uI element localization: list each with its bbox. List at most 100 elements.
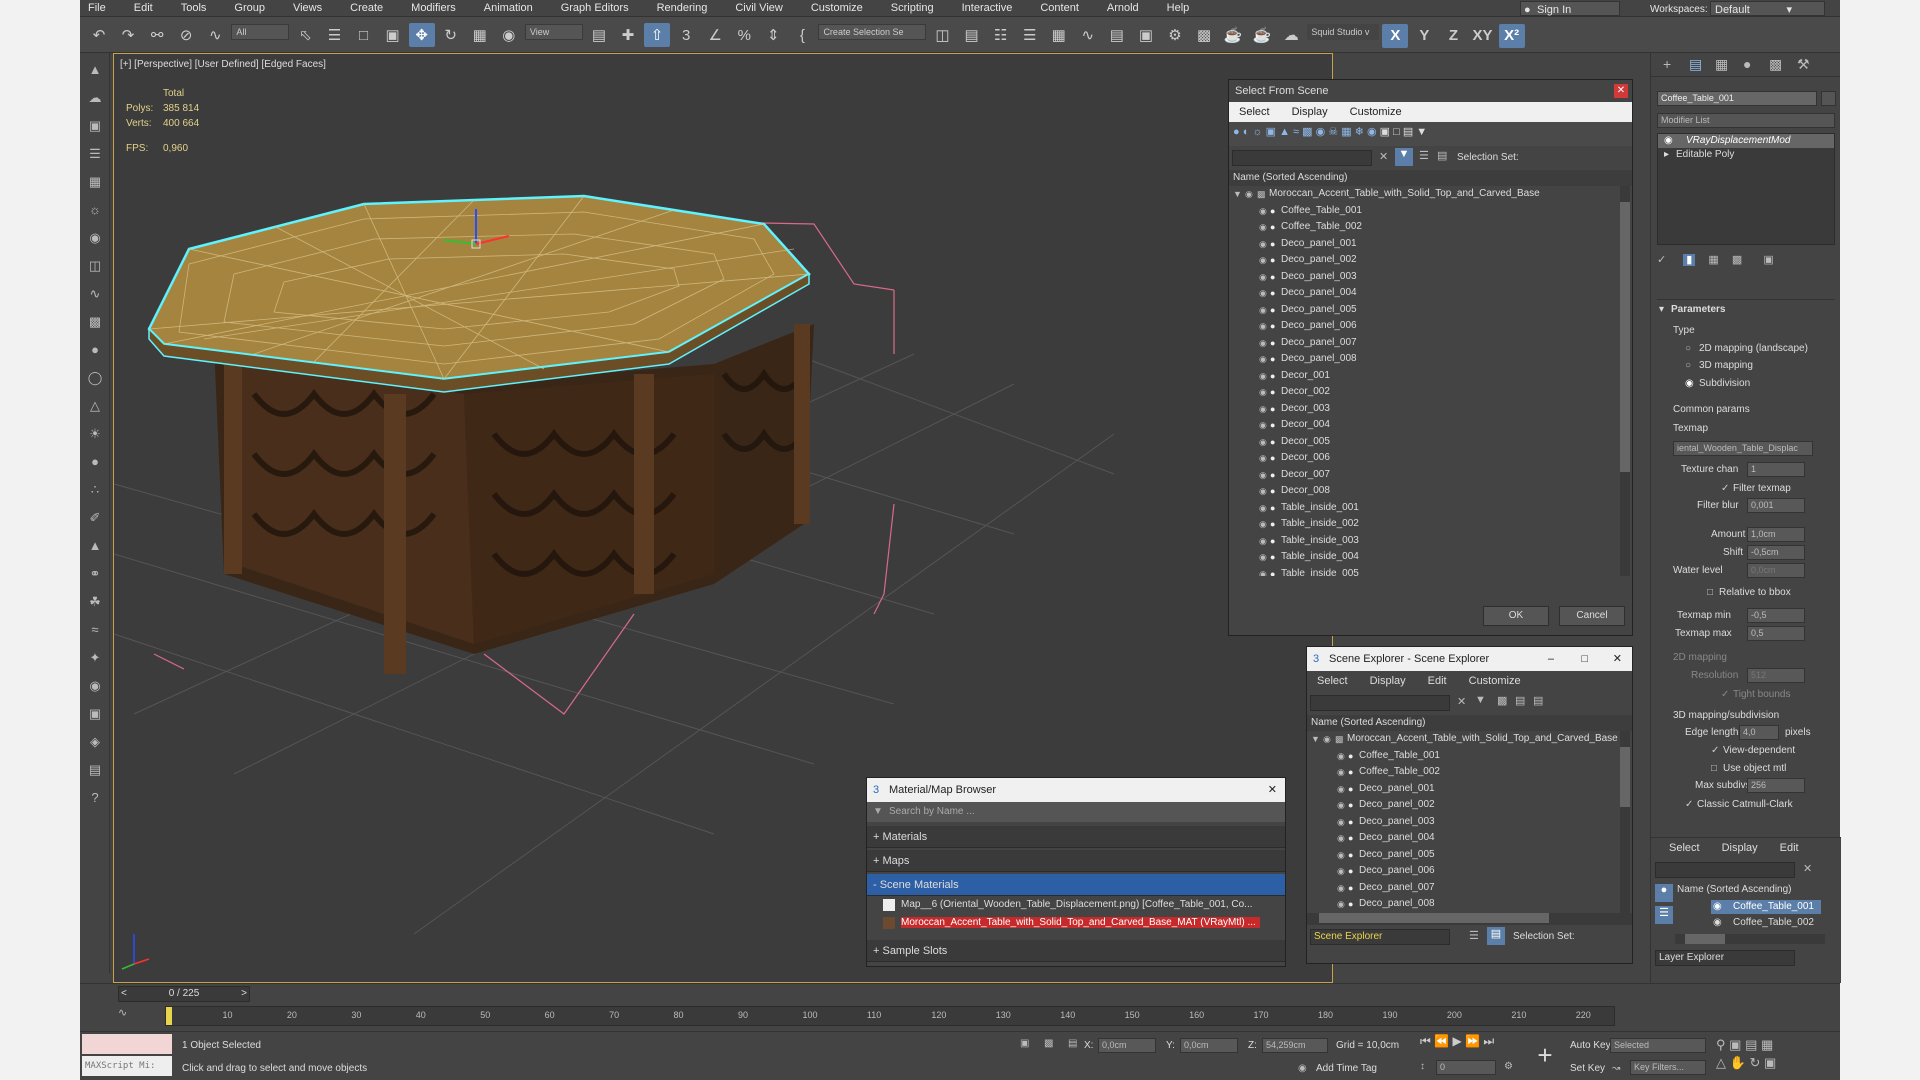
eye-icon[interactable]: ◉ <box>1259 252 1267 269</box>
layer-search-input[interactable] <box>1655 862 1795 878</box>
helper-icon[interactable]: ◫ <box>84 255 106 277</box>
pin-stack-icon[interactable]: ✓ <box>1657 254 1666 266</box>
menu-item[interactable]: Edit <box>134 0 153 14</box>
scene-explorer-column-header[interactable]: Name (Sorted Ascending) <box>1307 715 1632 731</box>
eye-icon[interactable]: ◉ <box>1259 335 1267 352</box>
globe-icon[interactable]: ⚭ <box>84 563 106 585</box>
material-search-input[interactable]: ▼ Search by Name ... <box>867 802 1285 822</box>
move-icon[interactable]: ✥ <box>408 23 435 47</box>
tree-root-row[interactable]: ▼ ◉ ▩ Moroccan_Accent_Table_with_Solid_T… <box>1307 731 1632 748</box>
axis-x-button[interactable]: X <box>1382 23 1409 48</box>
cone-icon[interactable]: △ <box>84 395 106 417</box>
horizontal-scrollbar[interactable] <box>1307 913 1632 925</box>
expand-arrow-icon[interactable]: ▸ <box>1664 148 1669 162</box>
go-to-start-icon[interactable]: ⏮ <box>1420 1034 1431 1048</box>
spacewarp-icon[interactable]: ∿ <box>84 283 106 305</box>
dialog-menu-item[interactable]: Edit <box>1428 675 1447 687</box>
x-coord-spinner[interactable]: 0,0cm <box>1098 1038 1156 1053</box>
dialog-menu-item[interactable]: Select <box>1317 675 1348 687</box>
align-icon[interactable]: ▤ <box>959 23 985 47</box>
parameters-rollout-header[interactable]: ▾ Parameters <box>1657 300 1835 315</box>
scene-explorer-dropdown[interactable]: Scene Explorer <box>1310 929 1450 945</box>
layer-explorer-dropdown[interactable]: Layer Explorer <box>1655 950 1795 966</box>
tree-item-row[interactable]: ◉ ● Table_inside_004 <box>1229 549 1632 566</box>
menu-item[interactable]: Interactive <box>962 0 1013 14</box>
sample-slots-section[interactable]: + Sample Slots <box>867 940 1285 962</box>
add-time-tag-label[interactable]: Add Time Tag <box>1316 1063 1377 1074</box>
link-icon[interactable]: ⚯ <box>144 23 170 47</box>
tree-item-row[interactable]: ◉ ● Decor_003 <box>1229 401 1632 418</box>
orbit-icon[interactable]: ↻ <box>1749 1055 1760 1070</box>
eye-icon[interactable]: ◉ <box>1337 847 1345 864</box>
lock-icon[interactable]: ▩ <box>1497 694 1507 707</box>
render-in-cloud-icon[interactable]: ☁ <box>1278 23 1304 47</box>
redo-icon[interactable]: ↷ <box>115 23 141 47</box>
next-key-icon[interactable]: ⏩ <box>1465 1034 1480 1048</box>
view-dependent-checkbox[interactable]: ✓ <box>1711 745 1719 756</box>
render-production-icon[interactable]: ☕ <box>1220 23 1246 47</box>
select-by-name-icon[interactable]: ☰ <box>321 23 347 47</box>
eye-icon[interactable]: ◉ <box>1259 203 1267 220</box>
ok-button[interactable]: OK <box>1483 606 1549 626</box>
select-invert-icon[interactable]: ▤ <box>1403 126 1413 138</box>
object-name-field[interactable]: Coffee_Table_001 <box>1657 91 1817 106</box>
display-frozen-icon[interactable]: ❄ <box>1355 126 1364 138</box>
eye-icon[interactable]: ◉ <box>1245 186 1253 203</box>
absolute-mode-icon[interactable]: ▤ <box>1068 1038 1077 1049</box>
filter-icon[interactable]: ▼ <box>1475 694 1486 706</box>
cancel-button[interactable]: Cancel <box>1559 606 1625 626</box>
tree-item-row[interactable]: ◉ ● Decor_002 <box>1229 384 1632 401</box>
eye-icon[interactable]: ◉ <box>1713 916 1722 930</box>
eye-icon[interactable]: ◉ <box>1259 351 1267 368</box>
eye-icon[interactable]: ◉ <box>1259 384 1267 401</box>
squid-studio-dropdown[interactable]: Squid Studio v <box>1307 24 1380 40</box>
time-config-icon[interactable]: ⚙ <box>1504 1061 1513 1072</box>
menu-item[interactable]: Arnold <box>1107 0 1139 14</box>
menu-item[interactable]: Tools <box>181 0 207 14</box>
select-none-icon[interactable]: □ <box>1393 126 1400 138</box>
clear-search-icon[interactable]: ✕ <box>1457 695 1466 708</box>
y-coord-spinner[interactable]: 0,0cm <box>1180 1038 1238 1053</box>
eye-icon[interactable]: ◉ <box>1259 417 1267 434</box>
rect-selection-icon[interactable]: □ <box>351 24 377 48</box>
eye-icon[interactable]: ◉ <box>1259 318 1267 335</box>
curve-toggle-icon[interactable]: ∿ <box>118 1006 138 1026</box>
tree-item-row[interactable]: ◉ ● Table_inside_002 <box>1229 516 1632 533</box>
close-icon[interactable]: ✕ <box>1268 778 1277 802</box>
filter-blur-spinner[interactable]: 0,001 <box>1747 498 1805 513</box>
unlink-icon[interactable]: ⊘ <box>173 23 199 47</box>
eye-icon[interactable]: ◉ <box>1337 814 1345 831</box>
select-object-icon[interactable]: ⬁ <box>292 23 318 47</box>
maps-section[interactable]: + Maps <box>867 850 1285 872</box>
dialog-menu-item[interactable]: Display <box>1722 842 1758 854</box>
menu-item[interactable]: Rendering <box>657 0 708 14</box>
eye-icon[interactable]: ◉ <box>1337 830 1345 847</box>
go-to-end-icon[interactable]: ⏭ <box>1483 1034 1494 1048</box>
find-filter-icon[interactable]: ▼ <box>1395 148 1413 166</box>
menu-item[interactable]: Graph Editors <box>561 0 629 14</box>
filter-texmap-checkbox[interactable]: ✓ <box>1721 483 1729 494</box>
layer-sort-icon[interactable]: ▤ <box>1533 694 1543 707</box>
clear-search-icon[interactable]: ✕ <box>1379 150 1388 163</box>
eye-icon[interactable]: ◉ <box>1713 900 1722 914</box>
next-frame-icon[interactable]: > <box>241 987 247 1001</box>
layer-item[interactable]: ◉ Coffee_Table_002 <box>1711 916 1821 930</box>
prev-key-icon[interactable]: ⏪ <box>1434 1034 1449 1048</box>
sun-icon[interactable]: ☀ <box>84 423 106 445</box>
render-icon[interactable]: ▣ <box>84 703 106 725</box>
select-all-icon[interactable]: ▣ <box>1380 126 1390 138</box>
key-mode-icon[interactable]: ↕ <box>1420 1061 1425 1072</box>
scene-material-item[interactable]: Map__6 (Oriental_Wooden_Table_Displaceme… <box>867 896 1285 914</box>
hierarchy-icon[interactable]: ▤ <box>1487 927 1505 945</box>
scrollbar-thumb[interactable] <box>1319 913 1549 923</box>
time-slider[interactable]: < 0 / 225 > <box>118 986 250 1002</box>
box-icon[interactable]: ▩ <box>84 311 106 333</box>
horizontal-scrollbar[interactable] <box>1675 934 1825 944</box>
isolate-selection-icon[interactable]: ▣ <box>1020 1038 1029 1049</box>
render-iterative-icon[interactable]: ☕ <box>1249 23 1275 47</box>
dialog-menu-item[interactable]: Select <box>1239 106 1270 118</box>
minimize-icon[interactable]: – <box>1548 647 1554 671</box>
eye-icon[interactable]: ◉ <box>1259 368 1267 385</box>
eye-icon[interactable]: ◉ <box>1337 748 1345 765</box>
sign-in-button[interactable]: ● Sign In <box>1520 1 1620 16</box>
